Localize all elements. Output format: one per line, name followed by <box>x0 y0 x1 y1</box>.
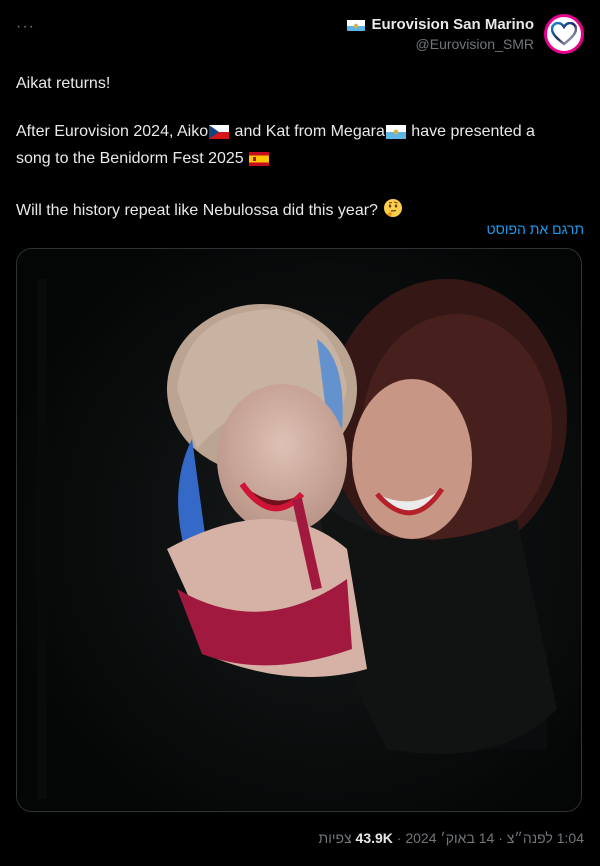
meta-separator: · <box>396 830 402 846</box>
translate-post-link[interactable]: תרגם את הפוסט <box>487 221 584 237</box>
tweet-date[interactable]: 14 באוק׳ 2024 <box>405 830 494 846</box>
author-block: Eurovision San Marino @Eurovision_SMR <box>347 14 584 54</box>
author-handle[interactable]: @Eurovision_SMR <box>347 36 534 52</box>
thinking-face-icon <box>383 198 403 226</box>
tweet-line-2b: and Kat from Megara <box>230 123 385 140</box>
author-name-row: Eurovision San Marino <box>347 16 534 33</box>
tweet-line-2: After Eurovision 2024, Aiko and Kat from… <box>16 120 586 147</box>
tweet-line-3a: song to the Benidorm Fest 2025 <box>16 150 249 167</box>
tweet-line-2a: After Eurovision 2024, Aiko <box>16 123 209 140</box>
san-marino-flag-icon <box>347 19 366 31</box>
tweet-line-1-text: Aikat returns! <box>16 75 111 92</box>
avatar[interactable] <box>544 14 584 54</box>
tweet-line-1: Aikat returns! <box>16 72 586 96</box>
san-marino-flag-icon <box>385 123 406 147</box>
eurovision-heart-logo-icon <box>551 22 577 46</box>
photo-two-women-icon <box>17 249 581 811</box>
author-name[interactable]: Eurovision San Marino <box>371 16 534 33</box>
tweet-text: Aikat returns! After Eurovision 2024, Ai… <box>16 72 586 226</box>
czech-flag-icon <box>209 123 230 147</box>
tweet-photo[interactable] <box>16 248 582 812</box>
tweet-time[interactable]: 1:04 <box>557 830 584 846</box>
views-label: צפיות <box>318 830 352 846</box>
author-text: Eurovision San Marino @Eurovision_SMR <box>347 16 534 52</box>
spain-flag-icon <box>249 150 270 174</box>
tweet-line-3: song to the Benidorm Fest 2025 <box>16 147 586 174</box>
tweet-time-relative[interactable]: לפנה״צ <box>507 830 553 846</box>
more-options-icon[interactable]: ··· <box>16 18 35 36</box>
meta-separator: · <box>498 830 503 846</box>
views-count: 43.9K <box>355 830 393 846</box>
tweet-line-4-text: Will the history repeat like Nebulossa d… <box>16 202 383 219</box>
tweet-meta: 1:04 לפנה״צ · 14 באוק׳ 2024 · 43.9K צפיו… <box>319 830 584 846</box>
tweet-line-2c: have presented a <box>406 123 535 140</box>
